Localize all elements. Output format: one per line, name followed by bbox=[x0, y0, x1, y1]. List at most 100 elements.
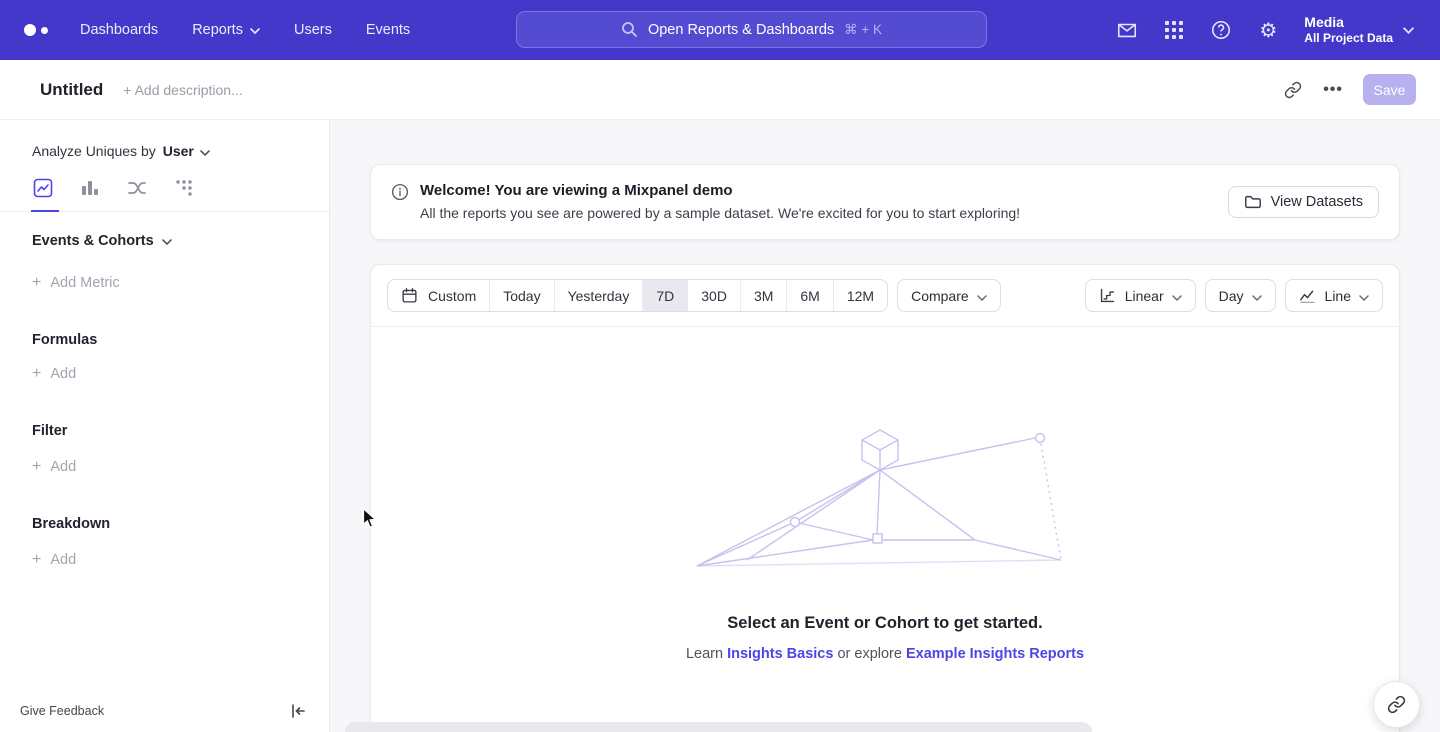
range-yesterday[interactable]: Yesterday bbox=[554, 280, 643, 311]
granularity-select[interactable]: Day bbox=[1205, 279, 1276, 312]
selected-tab-underline bbox=[31, 210, 59, 212]
collapse-sidebar-icon[interactable] bbox=[289, 702, 307, 720]
logo-dot bbox=[24, 24, 36, 36]
top-nav: Dashboards Reports Users Events Open Rep… bbox=[0, 0, 1440, 60]
chart-display-controls: Linear Day Line bbox=[1085, 279, 1383, 312]
search-shortcut: ⌘ + K bbox=[844, 22, 882, 38]
welcome-copy: Welcome! You are viewing a Mixpanel demo… bbox=[420, 180, 1020, 224]
inbox-icon[interactable] bbox=[1116, 19, 1138, 41]
analyze-value: User bbox=[163, 143, 194, 159]
report-title[interactable]: Untitled bbox=[40, 80, 103, 100]
date-range-group: Custom Today Yesterday 7D 30D 3M 6M 12M bbox=[387, 279, 888, 312]
chart-type-select[interactable]: Line bbox=[1285, 279, 1383, 312]
view-datasets-button[interactable]: View Datasets bbox=[1228, 186, 1379, 218]
mixpanel-logo-icon[interactable] bbox=[24, 24, 60, 36]
scale-select[interactable]: Linear bbox=[1085, 279, 1196, 312]
nav-reports-label: Reports bbox=[192, 22, 243, 38]
apps-grid-icon[interactable] bbox=[1163, 19, 1185, 41]
empty-state-title: Select an Event or Cohort to get started… bbox=[727, 614, 1042, 633]
analyze-row: Analyze Uniques by User bbox=[32, 143, 297, 159]
range-7d[interactable]: 7D bbox=[642, 280, 687, 311]
range-3m[interactable]: 3M bbox=[740, 280, 786, 311]
empty-state-subtitle: Learn Insights Basics or explore Example… bbox=[686, 646, 1084, 662]
empty-state: Select an Event or Cohort to get started… bbox=[371, 327, 1399, 662]
project-name: Media bbox=[1304, 14, 1393, 31]
search-placeholder: Open Reports & Dashboards bbox=[648, 22, 834, 38]
copy-link-icon[interactable] bbox=[1283, 80, 1303, 100]
chevron-down-icon bbox=[1172, 288, 1182, 304]
analyze-by-select[interactable]: User bbox=[163, 143, 210, 159]
chevron-down-icon bbox=[977, 288, 987, 304]
add-breakdown-button[interactable]: + Add bbox=[32, 551, 297, 569]
range-today[interactable]: Today bbox=[489, 280, 553, 311]
save-button[interactable]: Save bbox=[1363, 74, 1416, 105]
chevron-down-icon bbox=[250, 22, 260, 38]
filter-header: Filter bbox=[32, 423, 297, 439]
query-builder-sidebar: Analyze Uniques by User Events & Cohorts bbox=[0, 120, 330, 732]
range-12m[interactable]: 12M bbox=[833, 280, 887, 311]
chevron-down-icon bbox=[200, 143, 210, 159]
calendar-icon bbox=[401, 287, 419, 305]
add-metric-label: Add Metric bbox=[50, 275, 119, 291]
view-datasets-label: View Datasets bbox=[1271, 194, 1363, 210]
nav-users-label: Users bbox=[294, 22, 332, 38]
report-header-actions: ••• Save bbox=[1283, 74, 1416, 105]
info-icon bbox=[391, 183, 409, 201]
nav-events[interactable]: Events bbox=[366, 22, 410, 38]
add-metric-button[interactable]: + Add Metric bbox=[32, 274, 297, 292]
give-feedback-link[interactable]: Give Feedback bbox=[20, 704, 104, 718]
range-30d[interactable]: 30D bbox=[687, 280, 740, 311]
empty-state-illustration bbox=[695, 422, 1075, 572]
plus-icon: + bbox=[32, 458, 41, 476]
range-6m[interactable]: 6M bbox=[786, 280, 832, 311]
chart-toolbar: Custom Today Yesterday 7D 30D 3M 6M 12M … bbox=[371, 265, 1399, 327]
custom-date-button[interactable]: Custom bbox=[388, 280, 489, 311]
events-cohorts-header[interactable]: Events & Cohorts bbox=[32, 233, 297, 249]
help-icon[interactable] bbox=[1210, 19, 1232, 41]
add-description-field[interactable]: + Add description... bbox=[123, 82, 242, 98]
more-options-icon[interactable]: ••• bbox=[1323, 81, 1343, 99]
bottom-panel-edge[interactable] bbox=[345, 722, 1092, 732]
project-info: Media All Project Data bbox=[1304, 14, 1393, 46]
add-formula-button[interactable]: + Add bbox=[32, 365, 297, 383]
formulas-label: Formulas bbox=[32, 332, 97, 348]
plus-icon: + bbox=[32, 551, 41, 569]
folder-icon bbox=[1244, 193, 1262, 211]
tab-flows-icon[interactable] bbox=[127, 178, 147, 198]
compare-label: Compare bbox=[911, 288, 969, 304]
chevron-down-icon bbox=[1359, 288, 1369, 304]
main-content: Welcome! You are viewing a Mixpanel demo… bbox=[330, 120, 1440, 732]
nav-dashboards[interactable]: Dashboards bbox=[80, 22, 158, 38]
filter-label: Filter bbox=[32, 423, 67, 439]
tab-funnels-icon[interactable] bbox=[80, 178, 100, 198]
page-body: Analyze Uniques by User Events & Cohorts bbox=[0, 120, 1440, 732]
project-switcher[interactable]: Media All Project Data bbox=[1304, 14, 1414, 46]
welcome-body: All the reports you see are powered by a… bbox=[420, 203, 1020, 224]
report-header: Untitled + Add description... ••• Save bbox=[0, 60, 1440, 120]
nav-reports[interactable]: Reports bbox=[192, 22, 260, 38]
tab-insights-icon[interactable] bbox=[33, 178, 53, 198]
settings-gear-icon[interactable]: ⚙ bbox=[1257, 19, 1279, 41]
plus-icon: + bbox=[32, 365, 41, 383]
welcome-banner-text: Welcome! You are viewing a Mixpanel demo… bbox=[391, 180, 1020, 224]
chevron-down-icon bbox=[1403, 21, 1414, 39]
breakdown-label: Breakdown bbox=[32, 516, 110, 532]
tab-retention-icon[interactable] bbox=[174, 178, 194, 198]
share-link-fab[interactable] bbox=[1373, 681, 1420, 728]
global-search[interactable]: Open Reports & Dashboards ⌘ + K bbox=[516, 11, 987, 48]
nav-dashboards-label: Dashboards bbox=[80, 22, 158, 38]
chart-type-label: Line bbox=[1325, 288, 1351, 304]
nav-users[interactable]: Users bbox=[294, 22, 332, 38]
nav-events-label: Events bbox=[366, 22, 410, 38]
add-filter-button[interactable]: + Add bbox=[32, 458, 297, 476]
insights-report-card: Custom Today Yesterday 7D 30D 3M 6M 12M … bbox=[370, 264, 1400, 732]
example-reports-link[interactable]: Example Insights Reports bbox=[906, 646, 1084, 662]
sidebar-footer: Give Feedback bbox=[0, 702, 329, 732]
chevron-down-icon bbox=[1252, 288, 1262, 304]
compare-button[interactable]: Compare bbox=[897, 279, 1001, 312]
search-icon bbox=[621, 21, 638, 38]
empty-middle: or explore bbox=[837, 646, 901, 662]
line-chart-icon bbox=[1299, 287, 1317, 305]
welcome-banner: Welcome! You are viewing a Mixpanel demo… bbox=[370, 164, 1400, 240]
insights-basics-link[interactable]: Insights Basics bbox=[727, 646, 833, 662]
